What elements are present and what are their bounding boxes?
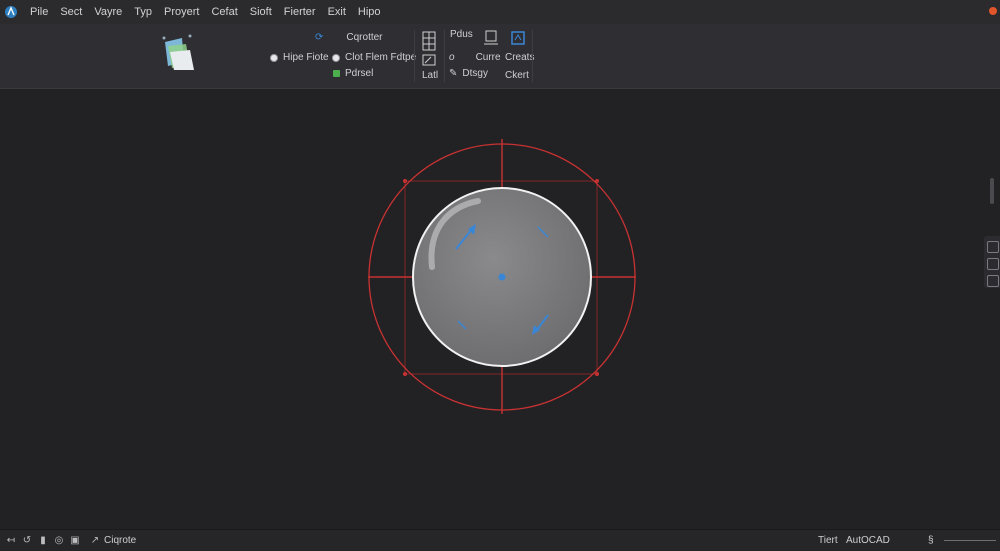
menu-item-create[interactable]: Cefat bbox=[211, 6, 237, 18]
drawing-canvas[interactable] bbox=[0, 89, 1000, 529]
menu-item-select[interactable]: Sect bbox=[60, 6, 82, 18]
ribbon-tool-pencil[interactable]: Pdrsel bbox=[333, 68, 373, 79]
ribbon-tool-create[interactable]: Creats bbox=[505, 52, 534, 63]
close-icon[interactable] bbox=[989, 7, 997, 15]
menu-item-exit[interactable]: Exit bbox=[328, 6, 346, 18]
orbit-icon[interactable] bbox=[987, 258, 999, 270]
corner-grip-tr[interactable] bbox=[595, 179, 599, 183]
nav-side-panel bbox=[984, 236, 1000, 288]
status-glyph: § bbox=[928, 535, 934, 546]
lasso-icon[interactable]: ↺ bbox=[22, 535, 32, 546]
undo-arrow-icon[interactable]: ↤ bbox=[6, 535, 16, 546]
green-square-icon bbox=[333, 70, 340, 77]
menu-item-help[interactable]: Hipo bbox=[358, 6, 381, 18]
table-grid-icon[interactable] bbox=[421, 30, 437, 52]
zoom-icon[interactable] bbox=[987, 241, 999, 253]
edit-tool-icon[interactable] bbox=[422, 54, 436, 66]
ribbon-separator-3 bbox=[532, 30, 533, 82]
ribbon-tool-curve[interactable]: o Curre bbox=[449, 52, 501, 63]
status-bar: ↤ ↺ ▮ ◎ ▣ ↗ Ciqrote Tiert AutOCAD § bbox=[0, 529, 1000, 551]
ribbon-option-hipe[interactable]: Hipe Fiote bbox=[270, 52, 329, 63]
app-logo-icon[interactable] bbox=[4, 5, 18, 19]
blue-frame-icon[interactable] bbox=[510, 30, 526, 46]
ribbon-toolbar: Hipe Fiote ⟳ Cqrotter Clot Flem Fdtpe Pd… bbox=[0, 24, 1000, 89]
center-point[interactable] bbox=[498, 273, 506, 281]
menu-item-file[interactable]: Pile bbox=[30, 6, 48, 18]
circle-outline-icon: o bbox=[449, 52, 455, 63]
ribbon-tool-plus[interactable]: Pdus bbox=[450, 29, 473, 40]
radio-icon-2 bbox=[332, 53, 340, 62]
corner-grip-bl[interactable] bbox=[403, 372, 407, 376]
ribbon-separator-2 bbox=[444, 30, 445, 82]
menu-item-property[interactable]: Proyert bbox=[164, 6, 199, 18]
layer-sheet-icon[interactable] bbox=[160, 32, 198, 72]
menu-item-filter[interactable]: Fierter bbox=[284, 6, 316, 18]
status-text-label: Tiert bbox=[818, 535, 838, 546]
menu-item-view[interactable]: Vayre bbox=[94, 6, 122, 18]
square-icon bbox=[334, 34, 341, 41]
frame-icon[interactable]: ▣ bbox=[70, 535, 80, 546]
menu-item-type[interactable]: Typ bbox=[134, 6, 152, 18]
radio-icon bbox=[270, 53, 278, 62]
scroll-thumb[interactable] bbox=[990, 178, 994, 204]
corner-grip-br[interactable] bbox=[595, 372, 599, 376]
command-icon[interactable]: ↗ bbox=[90, 535, 100, 546]
app-name-label: AutOCAD bbox=[846, 535, 890, 546]
ribbon-tool-counter[interactable]: ⟳ Cqrotter bbox=[315, 32, 383, 43]
layers-icon[interactable]: ▮ bbox=[38, 535, 48, 546]
ribbon-label-lat: Latl bbox=[422, 70, 439, 81]
corner-grip-tl[interactable] bbox=[403, 179, 407, 183]
command-label[interactable]: Ciqrote bbox=[104, 535, 136, 546]
pencil-icon: ✎ bbox=[449, 68, 458, 79]
ribbon-tool-chart[interactable]: Ckert bbox=[505, 70, 529, 81]
canvas-svg bbox=[368, 139, 636, 414]
status-slider[interactable] bbox=[944, 540, 996, 541]
ribbon-separator bbox=[414, 30, 415, 82]
document-icon[interactable] bbox=[484, 30, 498, 46]
menu-item-shift[interactable]: Sioft bbox=[250, 6, 272, 18]
ribbon-tool-design[interactable]: ✎ Dtsgy bbox=[449, 68, 488, 79]
refresh-icon: ⟳ bbox=[315, 32, 324, 43]
ribbon-option-clot[interactable]: Clot Flem Fdtpe bbox=[332, 52, 416, 63]
pan-icon[interactable] bbox=[987, 275, 999, 287]
menu-bar: Pile Sect Vayre Typ Proyert Cefat Sioft … bbox=[0, 0, 1000, 25]
target-icon[interactable]: ◎ bbox=[54, 535, 64, 546]
